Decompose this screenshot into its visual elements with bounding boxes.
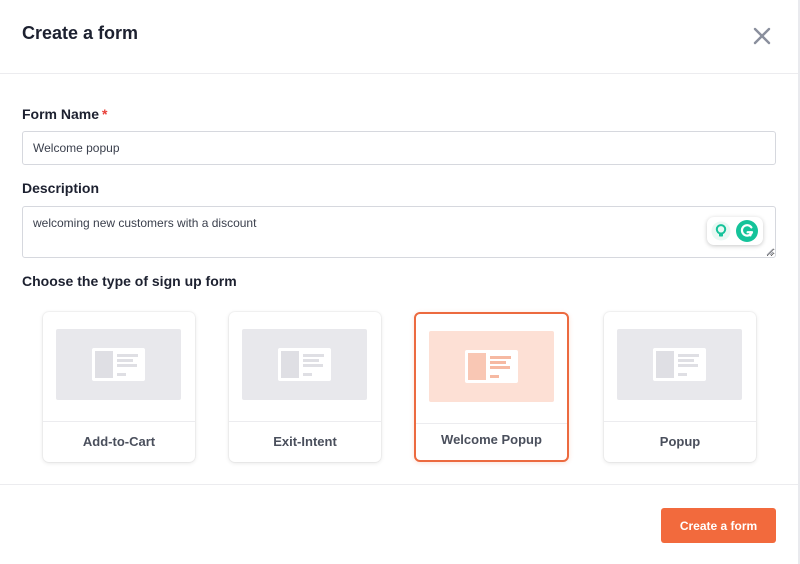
popup-layout-line <box>490 366 510 369</box>
popup-layout-line <box>303 364 323 367</box>
popup-layout-line <box>678 373 687 376</box>
signup-type-card[interactable]: Add-to-Cart <box>43 312 195 462</box>
lightbulb-icon[interactable] <box>711 221 731 241</box>
required-marker: * <box>102 106 108 122</box>
description-label: Description <box>22 180 100 196</box>
card-divider <box>43 421 195 422</box>
card-preview <box>242 329 367 400</box>
popup-layout-icon <box>278 348 331 381</box>
card-divider <box>416 423 567 424</box>
card-divider <box>604 421 756 422</box>
footer-divider <box>0 484 798 485</box>
card-divider <box>229 421 381 422</box>
popup-layout-line <box>117 373 126 376</box>
popup-layout-image <box>95 351 113 378</box>
popup-layout-line <box>303 359 319 362</box>
popup-layout-line <box>490 375 499 378</box>
close-button[interactable] <box>748 22 776 50</box>
popup-layout-line <box>117 359 133 362</box>
form-name-label: Form Name * <box>22 106 107 122</box>
signup-type-card[interactable]: Popup <box>604 312 756 462</box>
popup-layout-icon <box>653 348 706 381</box>
signup-type-card[interactable]: Welcome Popup <box>414 312 569 462</box>
card-preview <box>56 329 181 400</box>
popup-layout-image <box>468 353 486 380</box>
popup-layout-image <box>281 351 299 378</box>
popup-layout-line <box>678 354 699 357</box>
popup-layout-image <box>656 351 674 378</box>
signup-type-label: Choose the type of sign up form <box>22 273 237 289</box>
card-label: Welcome Popup <box>441 432 542 447</box>
description-textarea[interactable]: welcoming new customers with a discount <box>22 206 776 258</box>
popup-layout-line <box>117 354 138 357</box>
writing-assistant-widget[interactable] <box>707 217 763 245</box>
create-form-button[interactable]: Create a form <box>661 508 776 543</box>
popup-layout-line <box>490 356 511 359</box>
modal-header: Create a form <box>0 0 798 74</box>
modal-title: Create a form <box>22 23 139 43</box>
signup-type-card[interactable]: Exit-Intent <box>229 312 381 462</box>
popup-layout-line <box>303 354 324 357</box>
card-label: Exit-Intent <box>273 434 337 449</box>
popup-layout-line <box>117 364 137 367</box>
popup-layout-line <box>303 373 312 376</box>
card-label: Popup <box>659 434 701 449</box>
popup-layout-icon <box>465 350 518 383</box>
card-preview <box>617 329 742 400</box>
card-label: Add-to-Cart <box>82 434 156 449</box>
popup-layout-line <box>678 364 698 367</box>
popup-layout-line <box>490 361 506 364</box>
resize-grip-icon[interactable] <box>765 247 774 256</box>
grammar-assistant-icon[interactable] <box>736 220 758 242</box>
popup-layout-icon <box>92 348 145 381</box>
card-preview <box>429 331 554 402</box>
popup-layout-line <box>678 359 694 362</box>
form-name-input[interactable] <box>22 131 776 165</box>
close-icon <box>753 27 771 45</box>
form-name-label-text: Form Name <box>22 106 100 122</box>
